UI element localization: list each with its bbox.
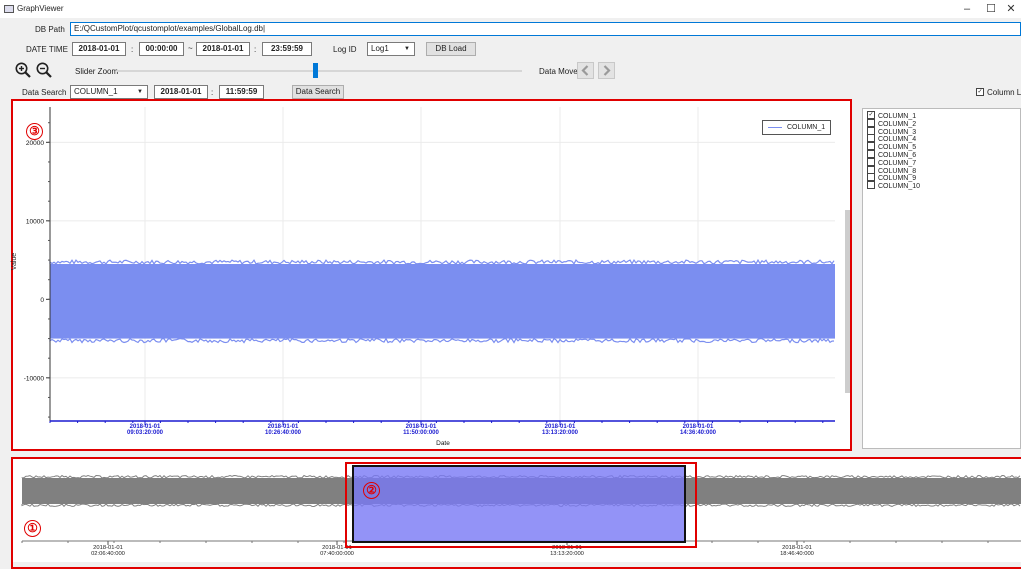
legend-label: COLUMN_1 (787, 124, 826, 131)
zoom-out-icon[interactable] (36, 62, 52, 78)
overview-highlight (11, 457, 1021, 569)
start-time-input[interactable]: 00:00:00 (139, 42, 184, 56)
checkbox-icon[interactable] (867, 118, 875, 127)
data-search-button[interactable]: Data Search (292, 85, 344, 99)
chevron-down-icon: ▼ (137, 89, 143, 95)
column-list-item-label: COLUMN_1 (878, 112, 917, 120)
colon-separator: : (211, 88, 214, 97)
column-list-item-label: COLUMN_4 (878, 136, 917, 144)
column-list-item-label: COLUMN_9 (878, 175, 917, 183)
colon-separator: : (254, 45, 257, 54)
end-date-input[interactable]: 2018-01-01 (196, 42, 250, 56)
data-move-label: Data Move (539, 67, 578, 76)
annotation-badge-2: ② (363, 482, 380, 499)
column-list-toggle-label: Column List (987, 88, 1021, 97)
checkbox-icon[interactable] (867, 150, 875, 158)
annotation-badge-3: ③ (26, 123, 43, 140)
checkbox-icon[interactable] (867, 126, 875, 135)
zoom-slider-track[interactable] (117, 70, 522, 72)
move-right-button[interactable] (598, 62, 615, 79)
end-time-input[interactable]: 23:59:59 (262, 42, 312, 56)
chart-legend: COLUMN_1 (762, 120, 831, 135)
column-list-item-label: COLUMN_5 (878, 144, 917, 152)
checkbox-icon[interactable] (867, 142, 875, 151)
data-search-label: Data Search (22, 88, 67, 97)
chevron-right-icon (603, 65, 611, 76)
column-list-item-label: COLUMN_3 (878, 128, 917, 136)
db-path-input[interactable]: E:/QCustomPlot/qcustomplot/examples/Glob… (70, 22, 1021, 36)
range-separator: ~ (188, 44, 193, 53)
log-id-label: Log ID (333, 45, 357, 54)
window-title: GraphViewer (17, 4, 64, 13)
checkbox-icon[interactable] (867, 157, 875, 166)
column-list-toggle[interactable]: ✓Column List (976, 87, 1021, 97)
column-list-item-label: COLUMN_6 (878, 151, 917, 159)
column-list-item-label: COLUMN_10 (878, 183, 921, 191)
db-path-label: DB Path (35, 25, 65, 34)
column-list-item-label: COLUMN_8 (878, 167, 917, 175)
log-id-value: Log1 (371, 44, 389, 53)
column-list-item-label: COLUMN_7 (878, 159, 917, 167)
checkbox-icon[interactable] (867, 181, 875, 190)
chevron-left-icon (581, 65, 589, 76)
start-date-input[interactable]: 2018-01-01 (72, 42, 126, 56)
log-id-select[interactable]: Log1 ▼ (367, 42, 415, 56)
datetime-label: DATE TIME (26, 45, 68, 54)
checkbox-checked-icon[interactable]: ✓ (867, 111, 875, 119)
search-column-select[interactable]: COLUMN_1 ▼ (70, 85, 148, 99)
column-list-panel[interactable]: ✓ COLUMN_1 COLUMN_2 COLUMN_3 COLUMN_4 COLUMN_… (862, 108, 1021, 449)
db-load-button[interactable]: DB Load (426, 42, 476, 56)
move-left-button[interactable] (577, 62, 594, 79)
minimize-button[interactable]: – (955, 2, 979, 16)
close-button[interactable]: ✕ (999, 2, 1021, 16)
main-plot-highlight (11, 99, 852, 451)
zoom-in-icon[interactable] (15, 62, 31, 78)
checkbox-icon[interactable] (867, 165, 875, 174)
app-icon (4, 5, 14, 13)
column-list-item-label: COLUMN_2 (878, 120, 917, 128)
legend-swatch (768, 127, 782, 128)
zoom-slider-handle[interactable] (313, 63, 319, 78)
colon-separator: : (131, 45, 134, 54)
title-bar (0, 0, 1021, 18)
checkbox-icon[interactable] (867, 173, 875, 182)
annotation-badge-1: ① (24, 520, 41, 537)
checkbox-icon[interactable] (867, 134, 875, 143)
slider-zoom-label: Slider Zoom (75, 67, 119, 76)
y-axis-label: Value (11, 252, 19, 271)
search-time-input[interactable]: 11:59:59 (219, 85, 264, 99)
search-column-value: COLUMN_1 (74, 87, 118, 96)
chevron-down-icon: ▼ (404, 46, 410, 52)
checkbox-icon: ✓ (976, 87, 984, 96)
search-date-input[interactable]: 2018-01-01 (154, 85, 208, 99)
column-list-item[interactable]: COLUMN_10 (867, 181, 921, 191)
